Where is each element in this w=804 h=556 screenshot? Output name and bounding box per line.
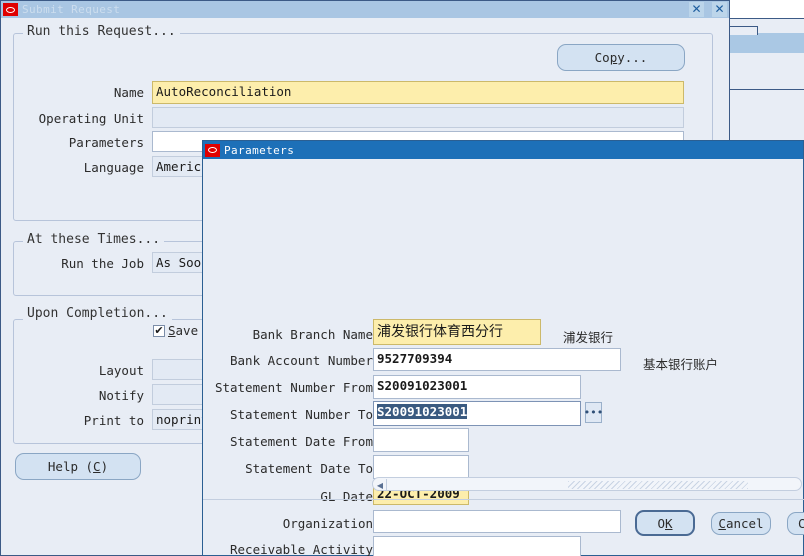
gl-date-label: GL Date [320,489,373,504]
bank-branch-name-note: 浦发银行 [563,330,614,345]
third-button-mnemonic: C [798,516,804,531]
bank-branch-name-label: Bank Branch Name [252,327,373,342]
name-label: Name [113,85,144,100]
ok-button-prefix: O [657,515,665,531]
statement-date-from-label: Statement Date From [230,434,373,449]
notify-label: Notify [98,388,144,403]
parameters-titlebar[interactable]: Parameters [203,141,803,159]
close-icon-inner-glyph: ✕ [691,2,702,16]
save-checkbox-mark: ✔ [153,324,165,337]
ok-button-mnemonic: K [665,515,673,531]
scroll-left-arrow-glyph: ◀ [376,480,384,490]
close-icon-outer[interactable]: ✕ [712,2,727,17]
organization-label: Organization [282,516,373,531]
scroll-left-arrow-icon[interactable]: ◀ [374,479,387,491]
statement-number-from-label: Statement Number From [214,380,373,395]
receivable-activity-field[interactable] [373,536,581,556]
scroll-thumb[interactable] [568,481,748,489]
cancel-button-mnemonic: C [718,516,726,531]
organization-field[interactable] [373,510,621,533]
copy-button-prefix: Co [594,50,610,65]
operating-unit-label: Operating Unit [38,111,144,126]
ok-button[interactable]: OK [635,510,695,536]
print-to-label: Print to [83,413,144,428]
statement-number-to-value: S20091023001 [377,404,468,419]
parameters-dialog-title: Parameters [224,143,295,157]
statement-number-to-lov-button[interactable]: ••• [583,402,604,423]
upon-completion-legend: Upon Completion... [23,306,172,321]
close-icon-inner[interactable]: ✕ [689,2,704,17]
parameters-label: Parameters [68,135,144,150]
help-button[interactable]: Help (C) [15,453,141,480]
oracle-logo-icon [3,3,18,16]
help-button-mnemonic: C [93,459,101,474]
run-the-job-label: Run the Job [61,256,144,271]
bank-account-number-note: 基本银行账户 [643,357,719,372]
submit-request-title: Submit Request [22,3,121,16]
lov-button-glyph: ••• [583,406,604,419]
language-label: Language [83,160,144,175]
help-button-prefix: Help ( [47,459,94,474]
save-checkbox-mnemonic: S [168,323,176,338]
statement-date-from-field[interactable] [373,428,469,452]
at-these-times-legend: At these Times... [23,232,165,247]
cancel-button[interactable]: Cancel [711,512,771,535]
submit-request-titlebar[interactable]: Submit Request [1,1,729,18]
parameters-button-separator [203,499,804,500]
parameters-dialog: Parameters Bank Branch Name 浦发银行体育西分行 浦发… [202,140,804,556]
bank-account-number-field[interactable]: 9527709394 [373,348,621,371]
save-checkbox[interactable]: ✔ Save [153,323,198,338]
operating-unit-field[interactable] [152,107,684,128]
cancel-button-suffix: ancel [725,516,764,531]
screen: Submit Request Run this Request... Co p y.… [0,0,804,556]
bank-branch-name-field[interactable]: 浦发银行体育西分行 [373,319,541,345]
copy-button[interactable]: Co p y... [557,44,685,71]
statement-date-to-field[interactable] [373,455,469,479]
close-icon-outer-glyph: ✕ [714,2,725,16]
third-button[interactable]: C [787,512,804,535]
copy-button-mnemonic: p [609,50,618,65]
background-window-right-tab [728,26,758,35]
help-button-suffix: ) [100,459,109,474]
statement-date-to-label: Statement Date To [245,461,373,476]
bank-account-number-label: Bank Account Number [230,353,373,368]
run-this-request-legend: Run this Request... [23,24,180,39]
save-checkbox-label-rest: ave [175,323,199,338]
parameters-horizontal-scrollbar[interactable]: ◀ [372,477,802,491]
statement-number-from-field[interactable]: S20091023001 [373,375,581,399]
statement-number-to-field[interactable]: S20091023001 [373,401,581,426]
layout-label: Layout [98,363,144,378]
copy-button-suffix: y... [617,50,648,65]
name-field[interactable]: AutoReconciliation [152,81,684,104]
oracle-logo-icon-parameters [205,143,220,157]
receivable-activity-label: Receivable Activity [230,542,373,556]
statement-number-to-label: Statement Number To [230,407,373,422]
